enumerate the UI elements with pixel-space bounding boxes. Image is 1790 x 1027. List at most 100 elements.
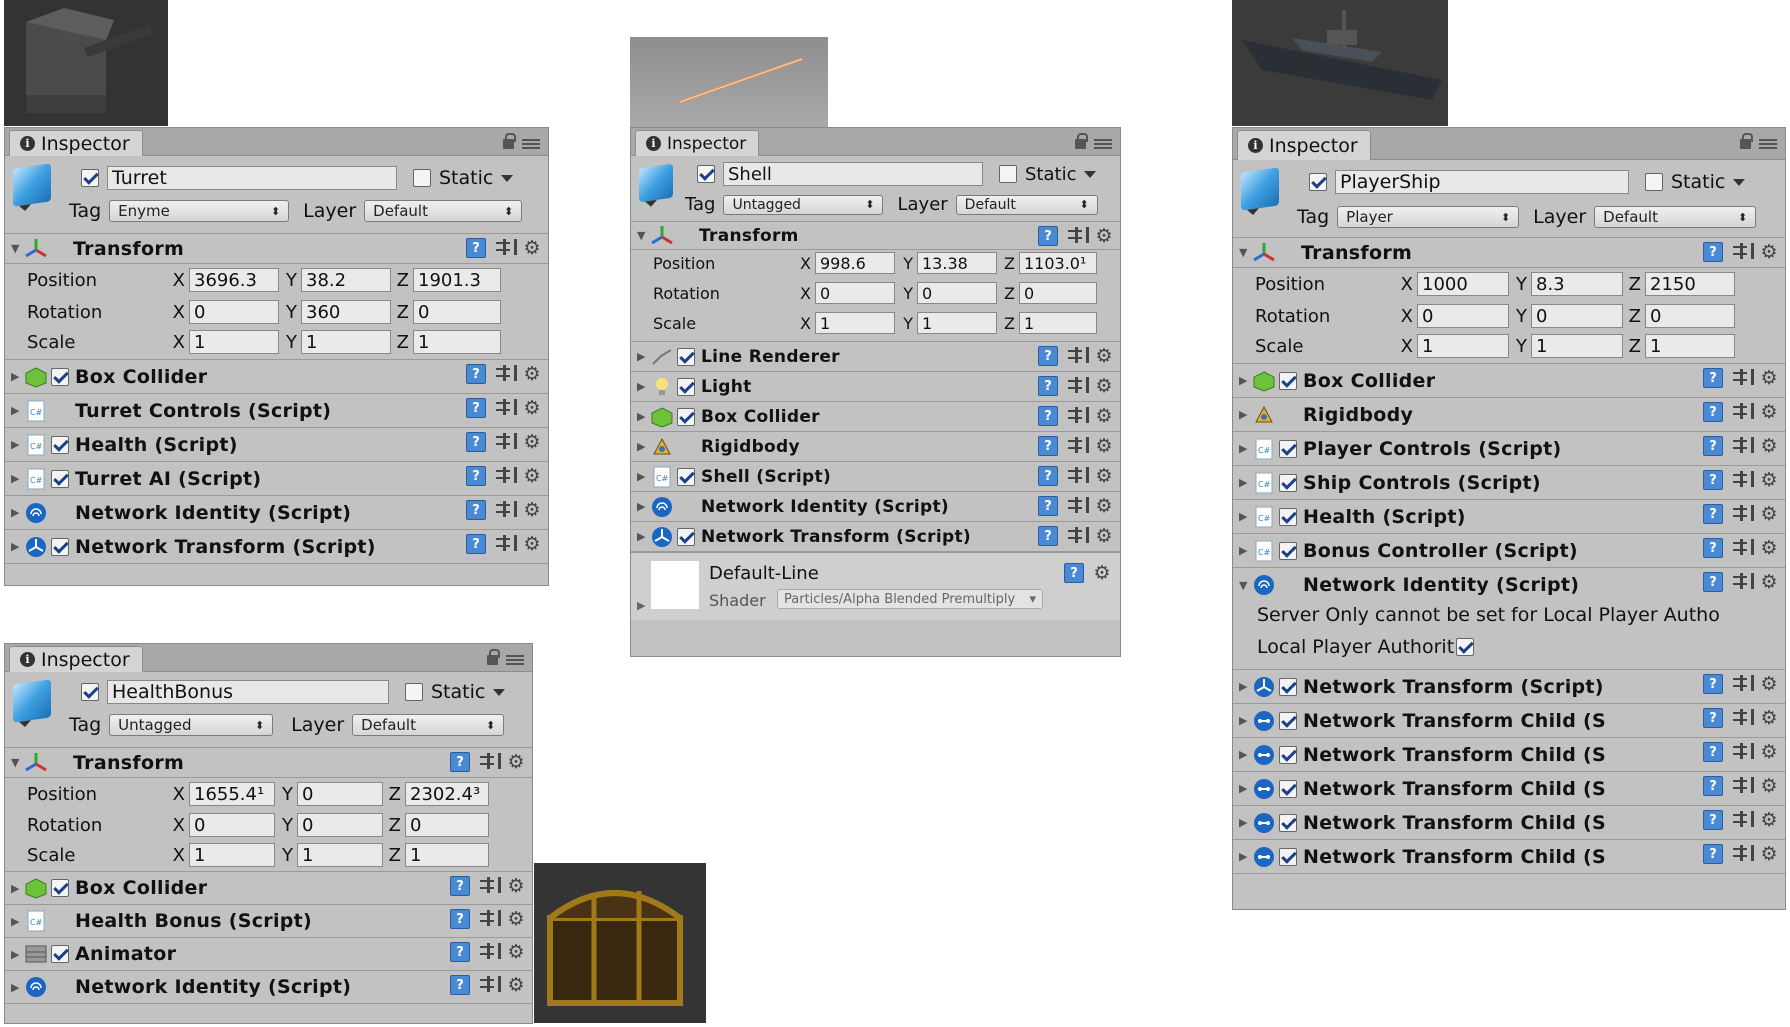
gear-icon[interactable]: ⚙ — [1759, 368, 1779, 388]
scale-y-field[interactable]: 1 — [301, 330, 391, 354]
static-checkbox[interactable] — [413, 169, 431, 187]
scale-y-field[interactable]: 1 — [917, 312, 997, 334]
rotation-z-field[interactable]: 0 — [1645, 304, 1735, 328]
layer-dropdown[interactable]: Default ⬍ — [955, 194, 1098, 215]
gear-icon[interactable]: ⚙ — [1759, 708, 1779, 728]
gear-icon[interactable]: ⚙ — [522, 364, 542, 384]
gear-icon[interactable]: ⚙ — [522, 466, 542, 486]
gameobject-cube-icon[interactable] — [13, 163, 51, 207]
fold-closed-icon[interactable]: ▶ — [11, 540, 25, 553]
preset-icon[interactable] — [1731, 708, 1754, 728]
gear-icon[interactable]: ⚙ — [522, 432, 542, 452]
position-y-field[interactable]: 38.2 — [301, 268, 391, 292]
fold-open-icon[interactable]: ▼ — [1239, 579, 1253, 592]
shader-dropdown[interactable]: Particles/Alpha Blended Premultiply ▾ — [777, 589, 1043, 609]
transform-header[interactable]: ▼ Transform ⚙ — [5, 748, 532, 778]
gear-icon[interactable]: ⚙ — [1759, 742, 1779, 762]
rotation-x-field[interactable]: 0 — [1417, 304, 1509, 328]
menu-icon[interactable] — [1759, 139, 1777, 149]
scale-y-field[interactable]: 1 — [297, 843, 383, 867]
preset-icon[interactable] — [478, 909, 501, 929]
fold-closed-icon[interactable]: ▶ — [1239, 714, 1253, 727]
component-network-transform[interactable]: ▶ Network Transform (Script) ⚙ — [631, 522, 1120, 552]
help-icon[interactable] — [1038, 376, 1058, 396]
fold-closed-icon[interactable]: ▶ — [11, 370, 25, 383]
transform-header[interactable]: ▼ Transform ⚙ — [631, 222, 1120, 250]
preset-icon[interactable] — [1731, 504, 1754, 524]
scale-z-field[interactable]: 1 — [405, 843, 489, 867]
fold-closed-icon[interactable]: ▶ — [1239, 476, 1253, 489]
gear-icon[interactable]: ⚙ — [1094, 226, 1114, 246]
gear-icon[interactable]: ⚙ — [1092, 563, 1112, 583]
object-name-field[interactable]: HealthBonus — [107, 680, 389, 704]
preset-icon[interactable] — [478, 942, 501, 962]
component-health[interactable]: ▶ C# Health (Script) ⚙ — [1233, 500, 1785, 534]
fold-closed-icon[interactable]: ▶ — [1239, 816, 1253, 829]
preset-icon[interactable] — [1731, 402, 1754, 422]
fold-closed-icon[interactable]: ▶ — [1239, 680, 1253, 693]
gear-icon[interactable]: ⚙ — [506, 942, 526, 962]
preset-icon[interactable] — [494, 500, 517, 520]
help-icon[interactable] — [450, 876, 470, 896]
preset-icon[interactable] — [1066, 406, 1089, 426]
static-dropdown-icon[interactable] — [1084, 170, 1097, 184]
enabled-checkbox[interactable] — [677, 467, 695, 486]
position-y-field[interactable]: 8.3 — [1531, 272, 1623, 296]
tag-dropdown[interactable]: Untagged ⬍ — [109, 714, 274, 736]
component-box-collider[interactable]: ▶ Box Collider ⚙ — [5, 360, 548, 394]
component-bonus-controller[interactable]: ▶ C# Bonus Controller (Script) ⚙ — [1233, 534, 1785, 568]
fold-closed-icon[interactable]: ▶ — [1239, 510, 1253, 523]
help-icon[interactable] — [1038, 226, 1058, 246]
component-network-identity[interactable]: ▶ Network Identity (Script) ⚙ — [5, 496, 548, 530]
fold-open-icon[interactable]: ▼ — [1239, 246, 1253, 259]
static-checkbox[interactable] — [1645, 173, 1663, 191]
component-ship-controls[interactable]: ▶ C# Ship Controls (Script) ⚙ — [1233, 466, 1785, 500]
scale-y-field[interactable]: 1 — [1531, 334, 1623, 358]
scale-z-field[interactable]: 1 — [1645, 334, 1735, 358]
help-icon[interactable] — [1703, 242, 1723, 262]
preset-icon[interactable] — [494, 432, 517, 452]
preset-icon[interactable] — [494, 398, 517, 418]
help-icon[interactable] — [1038, 496, 1058, 516]
menu-icon[interactable] — [506, 655, 524, 665]
static-dropdown-icon[interactable] — [501, 174, 514, 188]
object-name-field[interactable]: Shell — [723, 162, 983, 186]
scale-x-field[interactable]: 1 — [815, 312, 895, 334]
position-z-field[interactable]: 2150 — [1645, 272, 1735, 296]
fold-closed-icon[interactable]: ▶ — [11, 438, 25, 451]
help-icon[interactable] — [1703, 674, 1723, 694]
gear-icon[interactable]: ⚙ — [1759, 572, 1779, 592]
layer-dropdown[interactable]: Default ⬍ — [364, 200, 523, 222]
rotation-x-field[interactable]: 0 — [189, 300, 279, 324]
enabled-checkbox[interactable] — [1279, 541, 1297, 560]
fold-closed-icon[interactable]: ▶ — [1239, 442, 1253, 455]
active-checkbox[interactable] — [1309, 173, 1327, 191]
static-checkbox[interactable] — [405, 683, 423, 701]
object-name-field[interactable]: PlayerShip — [1335, 170, 1629, 194]
preset-icon[interactable] — [1066, 346, 1089, 366]
fold-closed-icon[interactable]: ▶ — [1239, 782, 1253, 795]
gear-icon[interactable]: ⚙ — [522, 500, 542, 520]
fold-closed-icon[interactable]: ▶ — [11, 882, 25, 895]
component-network-transform-child[interactable]: ▶ Network Transform Child (S ⚙ — [1233, 704, 1785, 738]
gear-icon[interactable]: ⚙ — [1759, 436, 1779, 456]
fold-closed-icon[interactable]: ▶ — [1239, 408, 1253, 421]
rotation-z-field[interactable]: 0 — [1019, 282, 1097, 304]
scale-x-field[interactable]: 1 — [189, 330, 279, 354]
fold-closed-icon[interactable]: ▶ — [637, 599, 645, 612]
scale-z-field[interactable]: 1 — [413, 330, 501, 354]
preset-icon[interactable] — [1731, 572, 1754, 592]
gear-icon[interactable]: ⚙ — [522, 398, 542, 418]
preset-icon[interactable] — [1731, 674, 1754, 694]
preset-icon[interactable] — [494, 466, 517, 486]
preset-icon[interactable] — [1731, 844, 1754, 864]
preset-icon[interactable] — [1066, 436, 1089, 456]
help-icon[interactable] — [1038, 346, 1058, 366]
gear-icon[interactable]: ⚙ — [1094, 526, 1114, 546]
tag-dropdown[interactable]: Untagged ⬍ — [723, 194, 884, 215]
component-box-collider[interactable]: ▶ Box Collider ⚙ — [5, 872, 532, 905]
enabled-checkbox[interactable] — [51, 435, 69, 454]
menu-icon[interactable] — [522, 139, 540, 149]
rotation-y-field[interactable]: 360 — [301, 300, 391, 324]
enabled-checkbox[interactable] — [677, 377, 695, 396]
